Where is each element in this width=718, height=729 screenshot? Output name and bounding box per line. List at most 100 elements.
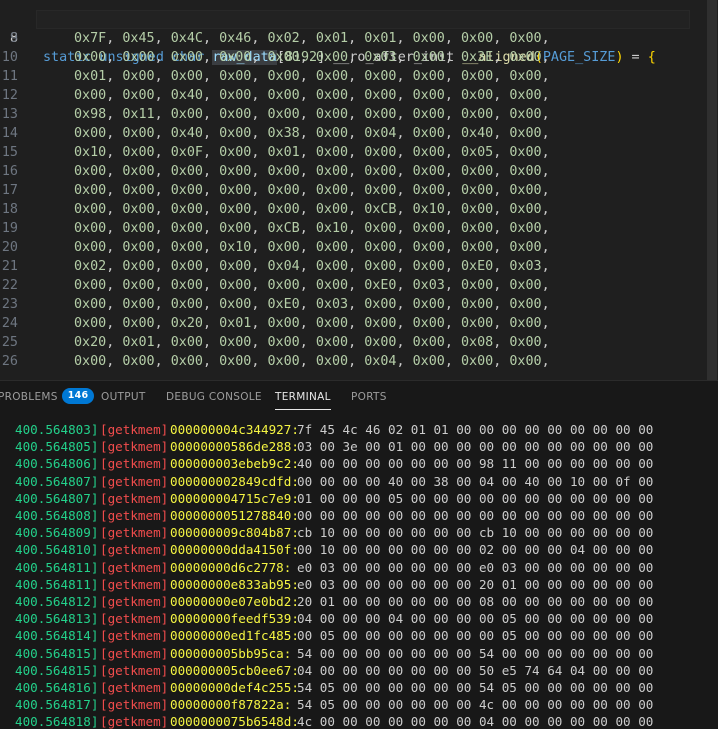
memory-address: 00000000d6c2778: [170,559,292,575]
hex-byte: 0x00 [364,107,397,122]
hex-byte: 0x00 [267,164,300,179]
tab-ports[interactable]: PORTS [351,381,387,414]
hex-byte: 0x00 [219,221,252,236]
line-number: 16 [1,164,18,179]
line-number: 19 [1,221,18,236]
editor-line[interactable]: 18 0x00, 0x00, 0x00, 0x00, 0x00, 0x00, 0x… [0,200,718,219]
code-editor[interactable]: 7 8 static unsigned char raw_data[8192] … [0,0,718,380]
log-tag: [getkmem] [100,473,169,489]
hex-byte: 0x00 [364,69,397,84]
terminal-line: 400.564814] [getkmem] 00000000ed1fc485: 00 … [0,627,718,644]
editor-line[interactable]: 25 0x20, 0x01, 0x00, 0x00, 0x00, 0x00, 0x… [0,333,718,352]
hex-byte: 0x00 [170,278,203,293]
timestamp: 400.564809] [15,525,99,541]
editor-line[interactable]: 23 0x00, 0x00, 0x00, 0x00, 0xE0, 0x03, 0x… [0,295,718,314]
memory-address: 000000004715c7e9: [170,490,299,506]
tab-problems[interactable]: PROBLEMS 146 [0,381,95,414]
tab-output[interactable]: OUTPUT [101,381,146,414]
editor-line[interactable]: 10 0x00, 0x00, 0x00, 0x00, 0x00, 0x00, 0x… [0,48,718,67]
editor-line[interactable]: 16 0x00, 0x00, 0x00, 0x00, 0x00, 0x00, 0x… [0,162,718,181]
hex-byte: 0x00 [219,259,252,274]
hex-byte: 0x00 [170,335,203,350]
hex-byte: 0x40 [170,88,203,103]
log-tag: [getkmem] [100,714,169,729]
hex-byte: 0x00 [122,126,155,141]
editor-line[interactable]: 24 0x00, 0x00, 0x20, 0x01, 0x00, 0x00, 0x… [0,314,718,333]
hex-byte: 0x00 [122,88,155,103]
tab-debug-console[interactable]: DEBUG CONSOLE [166,381,262,414]
hex-byte: 0x04 [267,259,300,274]
hex-byte: 0x00 [412,31,445,46]
hex-byte: 0x00 [219,278,252,293]
hex-byte: 0x00 [461,88,494,103]
hex-byte: 0x00 [412,145,445,160]
hex-byte: 0x00 [412,297,445,312]
editor-line[interactable]: 15 0x10, 0x00, 0x0F, 0x00, 0x01, 0x00, 0x… [0,143,718,162]
editor-line[interactable]: 26 0x00, 0x00, 0x00, 0x00, 0x00, 0x00, 0x… [0,352,718,371]
timestamp: 400.564803] [15,422,99,437]
editor-line[interactable]: 13 0x98, 0x11, 0x00, 0x00, 0x00, 0x00, 0x… [0,105,718,124]
timestamp: 400.564817] [15,697,99,713]
hex-byte: 0x00 [74,278,107,293]
editor-line[interactable]: 11 0x01, 0x00, 0x00, 0x00, 0x00, 0x00, 0x… [0,67,718,86]
hex-byte: 0x00 [74,50,107,65]
tab-terminal[interactable]: TERMINAL [275,381,331,414]
hex-dump: 4c 00 00 00 00 00 00 00 04 00 00 00 00 0… [297,714,654,729]
editor-line-partial: 7 [0,0,718,27]
editor-line-declaration[interactable]: 8 static unsigned char raw_data[8192] __… [0,10,718,65]
hex-byte: 0x00 [74,316,107,331]
editor-line[interactable]: 9 0x7F, 0x45, 0x4C, 0x46, 0x02, 0x01, 0x0… [0,29,718,48]
memory-address: 000000009c804b87: [170,525,299,541]
hex-byte: 0x00 [509,69,542,84]
terminal-line: 400.564811] [getkmem] 00000000d6c2778: e0 0… [0,559,718,576]
hex-byte: 0x00 [122,278,155,293]
log-tag: [getkmem] [100,576,169,592]
editor-line[interactable]: 19 0x00, 0x00, 0x00, 0x00, 0xCB, 0x10, 0x… [0,219,718,238]
hex-byte: 0x00 [461,69,494,84]
hex-byte: 0x00 [219,107,252,122]
hex-byte: 0x00 [509,221,542,236]
hex-byte: 0x00 [267,202,300,217]
editor-line[interactable]: 22 0x00, 0x00, 0x00, 0x00, 0x00, 0x00, 0x… [0,276,718,295]
hex-dump: 00 10 00 00 00 00 00 00 02 00 00 00 04 0… [297,542,654,558]
hex-byte: 0x00 [461,164,494,179]
editor-line[interactable]: 21 0x02, 0x00, 0x00, 0x00, 0x04, 0x00, 0x… [0,257,718,276]
tab-label: TERMINAL [275,391,331,403]
hex-byte: 0xE0 [364,278,397,293]
line-number: 20 [1,240,18,255]
hex-dump: 04 00 00 00 04 00 00 00 00 05 00 00 00 0… [297,611,654,627]
memory-address: 000000003ebeb9c2: [170,456,299,472]
byte-values: 0x00, 0x00, 0x00, 0x00, 0x00, 0x00, 0x00… [74,164,558,179]
hex-byte: 0x00 [74,183,107,198]
hex-dump: 20 01 00 00 00 00 00 00 08 00 00 00 00 0… [297,594,654,609]
hex-byte: 0x01 [74,69,107,84]
problems-count-badge: 146 [61,388,95,404]
hex-byte: 0x4C [170,31,203,46]
editor-line[interactable]: 20 0x00, 0x00, 0x00, 0x10, 0x00, 0x00, 0x… [0,238,718,257]
terminal-line: 400.564816] [getkmem] 00000000def4c255: 54 … [0,679,718,696]
editor-line[interactable]: 17 0x00, 0x00, 0x00, 0x00, 0x00, 0x00, 0x… [0,181,718,200]
hex-byte: 0x00 [122,240,155,255]
hex-byte: 0x00 [461,107,494,122]
log-tag: [getkmem] [100,439,169,455]
memory-address: 00000000dda4150f: [170,542,299,558]
hex-byte: 0x00 [509,278,542,293]
byte-values: 0x7F, 0x45, 0x4C, 0x46, 0x02, 0x01, 0x01… [74,31,558,46]
editor-line[interactable]: 14 0x00, 0x00, 0x40, 0x00, 0x38, 0x00, 0x… [0,124,718,143]
memory-address: 000000005bb95ca: [170,645,292,661]
panel-tab-bar: PROBLEMS 146 OUTPUT DEBUG CONSOLE TERMINA… [0,381,718,414]
editor-scrollbar[interactable] [704,0,718,380]
hex-byte: 0x00 [219,69,252,84]
line-number: 18 [1,202,18,217]
editor-line[interactable]: 12 0x00, 0x00, 0x40, 0x00, 0x00, 0x00, 0x… [0,86,718,105]
hex-byte: 0x00 [509,240,542,255]
hex-byte: 0x02 [267,31,300,46]
line-number: 17 [1,183,18,198]
byte-values: 0x00, 0x00, 0x00, 0x00, 0x00, 0x00, 0x04… [74,354,558,369]
hex-byte: 0x00 [267,278,300,293]
hex-byte: 0x00 [509,202,542,217]
hex-byte: 0x00 [315,335,349,350]
terminal-line: 400.564809] [getkmem] 000000009c804b87: cb … [0,524,718,541]
hex-byte: 0x00 [412,316,445,331]
memory-address: 000000005cb0ee67: [170,662,299,678]
